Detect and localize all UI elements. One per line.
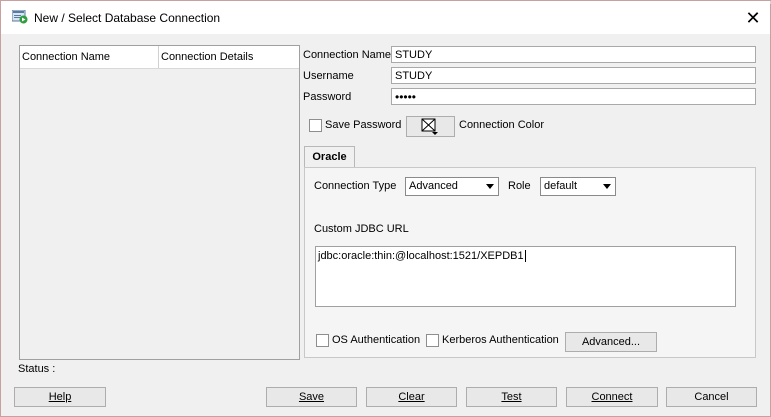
connection-name-label-text: Connection Name bbox=[303, 49, 392, 61]
connection-type-label: Connection Type bbox=[314, 180, 397, 192]
tab-oracle[interactable]: Oracle bbox=[304, 146, 355, 168]
dialog-window: New / Select Database Connection ✕ Conne… bbox=[0, 0, 771, 417]
column-header-connection-details[interactable]: Connection Details bbox=[159, 46, 299, 68]
connection-list[interactable]: Connection Name Connection Details bbox=[19, 45, 300, 360]
close-icon[interactable]: ✕ bbox=[740, 5, 766, 31]
clear-button-label: Clear bbox=[398, 391, 425, 403]
clear-button[interactable]: Clear bbox=[366, 387, 457, 407]
custom-jdbc-url-input[interactable]: jdbc:oracle:thin:@localhost:1521/XEPDB1 bbox=[315, 246, 736, 307]
chevron-down-icon bbox=[486, 184, 494, 189]
password-label: Password bbox=[303, 91, 352, 103]
role-select[interactable]: default bbox=[540, 177, 616, 196]
save-password-label: Save Password bbox=[325, 119, 402, 131]
kerberos-authentication-label: Kerberos Authentication bbox=[442, 334, 559, 346]
help-button-label: Help bbox=[48, 391, 72, 403]
column-header-connection-name[interactable]: Connection Name bbox=[20, 46, 158, 68]
save-button-label: Save bbox=[298, 391, 325, 403]
test-button[interactable]: Test bbox=[466, 387, 557, 407]
os-authentication-checkbox[interactable] bbox=[316, 334, 329, 347]
connection-name-label: Connection Name bbox=[303, 49, 391, 61]
connection-type-value: Advanced bbox=[409, 180, 458, 192]
database-connection-icon bbox=[12, 10, 28, 24]
custom-jdbc-url-value: jdbc:oracle:thin:@localhost:1521/XEPDB1 bbox=[318, 250, 524, 262]
advanced-button[interactable]: Advanced... bbox=[565, 332, 657, 352]
help-button[interactable]: Help bbox=[14, 387, 106, 407]
role-label: Role bbox=[508, 180, 531, 192]
role-value: default bbox=[544, 180, 578, 192]
color-picker-icon bbox=[421, 118, 438, 135]
test-button-label: Test bbox=[501, 391, 522, 403]
custom-jdbc-url-label: Custom JDBC URL bbox=[314, 223, 409, 235]
window-title: New / Select Database Connection bbox=[34, 11, 221, 25]
save-password-checkbox[interactable] bbox=[309, 119, 322, 132]
cancel-button[interactable]: Cancel bbox=[666, 387, 757, 407]
os-authentication-label: OS Authentication bbox=[332, 334, 421, 346]
username-input[interactable]: STUDY bbox=[391, 67, 756, 84]
connection-list-header: Connection Name Connection Details bbox=[20, 46, 299, 69]
kerberos-authentication-checkbox[interactable] bbox=[426, 334, 439, 347]
connection-name-input[interactable]: STUDY bbox=[391, 46, 756, 63]
username-label: Username bbox=[303, 70, 354, 82]
save-button[interactable]: Save bbox=[266, 387, 357, 407]
connect-button[interactable]: Connect bbox=[566, 387, 658, 407]
password-input[interactable]: ••••• bbox=[391, 88, 756, 105]
text-caret bbox=[524, 250, 526, 263]
cancel-button-label: Cancel bbox=[694, 391, 729, 403]
connection-color-label: Connection Color bbox=[459, 119, 544, 131]
connection-color-button[interactable] bbox=[406, 116, 455, 137]
title-bar[interactable]: New / Select Database Connection ✕ bbox=[1, 1, 770, 34]
connection-type-select[interactable]: Advanced bbox=[405, 177, 499, 196]
connect-button-label: Connect bbox=[591, 391, 633, 403]
status-label: Status : bbox=[18, 363, 56, 375]
chevron-down-icon bbox=[603, 184, 611, 189]
